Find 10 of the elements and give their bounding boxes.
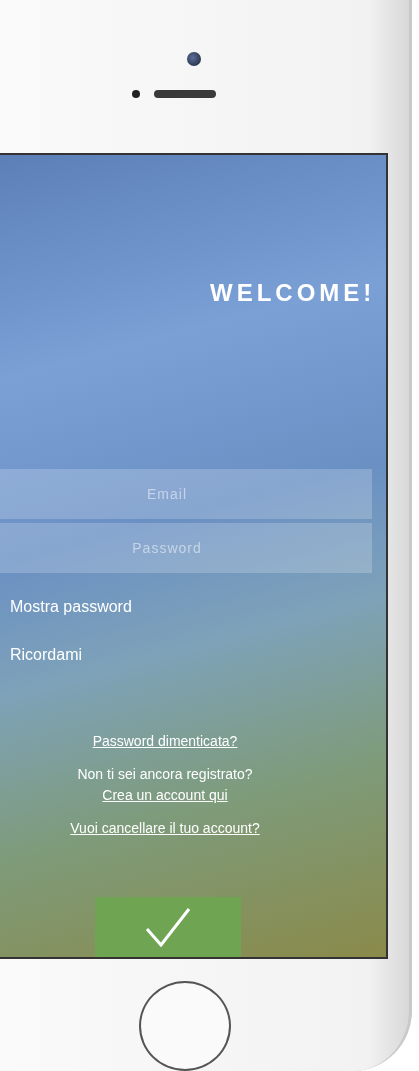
- welcome-title: WELCOME!: [210, 278, 376, 308]
- link[interactable]: Password dimenticata?: [92, 731, 238, 752]
- prompt-text: Non ti sei ancora registrato?: [77, 765, 253, 784]
- option-label[interactable]: Ricordami: [10, 643, 386, 667]
- speaker-icon: [132, 90, 216, 98]
- camera-icon: [187, 52, 201, 66]
- link[interactable]: Vuoi cancellare il tuo account?: [70, 818, 260, 839]
- option-label[interactable]: Mostra password: [10, 595, 386, 619]
- checkmark-icon: [145, 907, 191, 947]
- link[interactable]: Crea un account qui: [102, 785, 228, 806]
